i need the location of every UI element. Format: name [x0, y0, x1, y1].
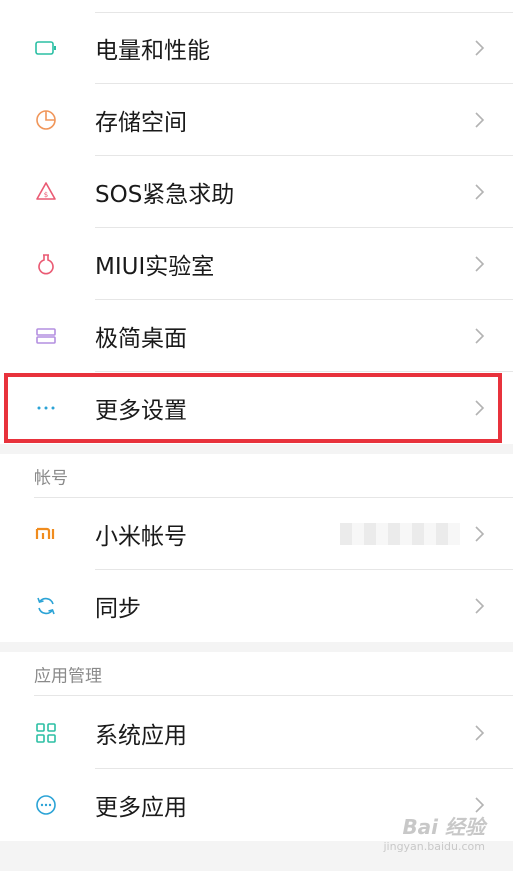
section-title: 帐号 — [34, 468, 68, 489]
chevron-right-icon — [475, 725, 485, 741]
section-gap — [0, 642, 513, 652]
settings-row-storage[interactable]: 存储空间 — [0, 84, 513, 156]
settings-row-label: 存储空间 — [95, 110, 187, 136]
flask-icon — [34, 252, 58, 276]
more-dots-icon — [34, 396, 58, 420]
section-gap — [0, 444, 513, 454]
section-header-apps: 应用管理 — [0, 652, 513, 696]
chevron-right-icon — [475, 526, 485, 542]
settings-row-label: 极简桌面 — [95, 326, 187, 352]
mi-logo-icon — [34, 522, 58, 546]
chevron-right-icon — [475, 400, 485, 416]
settings-row-battery[interactable]: 电量和性能 — [0, 12, 513, 84]
chevron-right-icon — [475, 598, 485, 614]
section-header-account: 帐号 — [0, 454, 513, 498]
chevron-right-icon — [475, 184, 485, 200]
settings-row-more-settings[interactable]: 更多设置 — [0, 372, 513, 444]
watermark-main: Bai 经验 — [402, 815, 485, 839]
chevron-right-icon — [475, 40, 485, 56]
settings-row-label: 更多设置 — [95, 398, 187, 424]
settings-row-label: 小米帐号 — [95, 524, 187, 550]
sync-icon — [34, 594, 58, 618]
settings-row-system-apps[interactable]: 系统应用 — [0, 697, 513, 769]
storage-pie-icon — [34, 108, 58, 132]
chevron-right-icon — [475, 112, 485, 128]
svg-text:$: $ — [44, 191, 48, 199]
settings-row-label: MIUI实验室 — [95, 254, 215, 280]
settings-row-sos[interactable]: $ SOS紧急求助 — [0, 156, 513, 228]
battery-icon — [34, 36, 58, 60]
settings-row-label: 同步 — [95, 596, 141, 622]
chevron-right-icon — [475, 328, 485, 344]
settings-row-sync[interactable]: 同步 — [0, 570, 513, 642]
more-circle-icon — [34, 793, 58, 817]
settings-row-mi-account[interactable]: 小米帐号 — [0, 498, 513, 570]
account-value-redacted — [340, 523, 460, 545]
grid-icon — [34, 721, 58, 745]
settings-row-miui-lab[interactable]: MIUI实验室 — [0, 228, 513, 300]
settings-row-label: 电量和性能 — [95, 38, 210, 64]
section-title: 应用管理 — [34, 666, 102, 687]
chevron-right-icon — [475, 256, 485, 272]
watermark-sub: jingyan.baidu.com — [383, 840, 485, 853]
settings-row-minimal-desktop[interactable]: 极简桌面 — [0, 300, 513, 372]
settings-row-label: SOS紧急求助 — [95, 182, 235, 208]
settings-row-label: 更多应用 — [95, 795, 187, 821]
layout-icon — [34, 324, 58, 348]
row-divider — [34, 695, 513, 696]
settings-row-label: 系统应用 — [95, 723, 187, 749]
watermark: Bai 经验 jingyan.baidu.com — [383, 811, 485, 853]
sos-alert-icon: $ — [34, 180, 58, 204]
